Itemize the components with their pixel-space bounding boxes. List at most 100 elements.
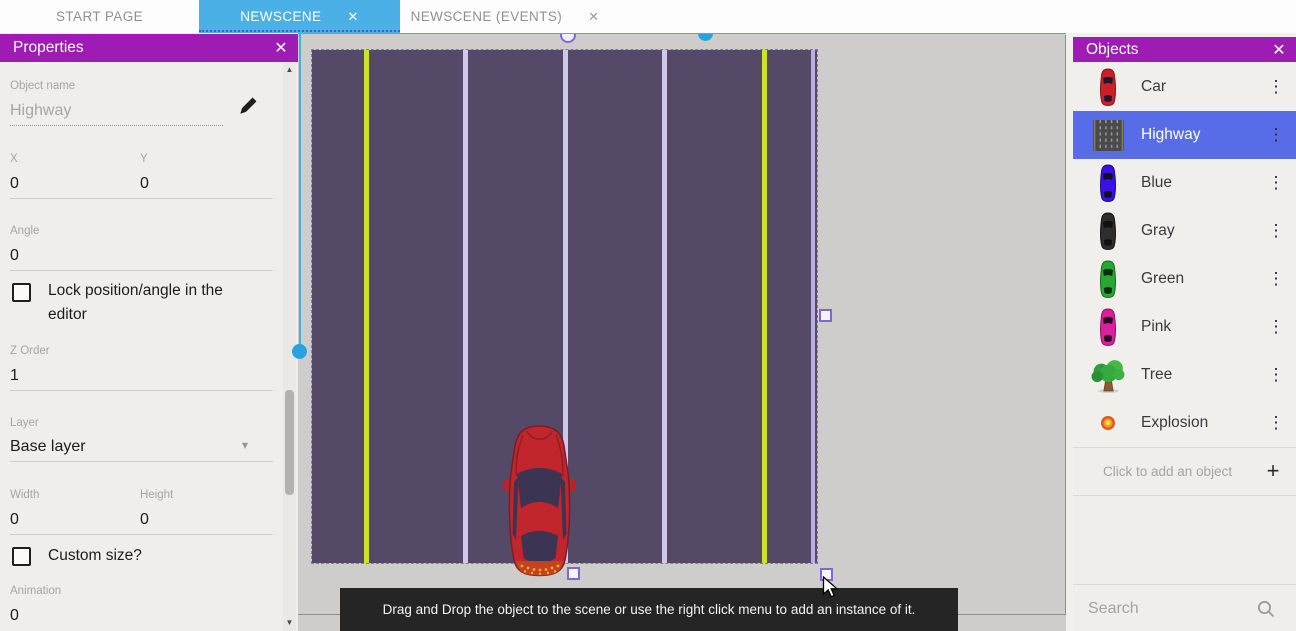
close-icon[interactable]: ✕	[1262, 40, 1296, 60]
car-blue-icon	[1073, 163, 1134, 203]
chevron-down-icon[interactable]: ▾	[242, 438, 248, 452]
close-icon[interactable]: ✕	[347, 9, 358, 25]
objects-panel-header: Objects ✕	[1073, 37, 1296, 62]
kebab-menu-icon[interactable]: ⋮	[1256, 77, 1296, 97]
lane-line-yellow-right	[762, 50, 767, 563]
x-label: X	[10, 153, 18, 165]
kebab-menu-icon[interactable]: ⋮	[1256, 413, 1296, 433]
scroll-up-icon[interactable]: ▲	[283, 65, 296, 74]
car-instance[interactable]	[502, 424, 577, 577]
kebab-menu-icon[interactable]: ⋮	[1256, 365, 1296, 385]
object-name-underline	[10, 125, 223, 126]
add-object-label: Click to add an object	[1073, 464, 1250, 479]
size-underline	[10, 534, 273, 535]
mouse-cursor	[822, 576, 839, 599]
car-gray-icon	[1073, 211, 1134, 251]
y-label: Y	[140, 153, 148, 165]
kebab-menu-icon[interactable]: ⋮	[1256, 269, 1296, 289]
tree-icon	[1073, 358, 1134, 393]
properties-scrollbar-thumb[interactable]	[285, 390, 294, 495]
close-icon[interactable]: ✕	[588, 9, 599, 25]
lock-checkbox-label: Lock position/angle in the editor	[48, 279, 246, 327]
objects-panel: Objects ✕ Car ⋮ Highway ⋮ Blue ⋮	[1073, 37, 1296, 631]
canvas-gap-strip	[1066, 33, 1073, 631]
v-scrollbar-thumb[interactable]	[292, 344, 307, 359]
x-field[interactable]: 0	[10, 175, 19, 193]
app-window: Drag and Drop the object to the scene or…	[0, 0, 1296, 631]
object-label: Highway	[1134, 126, 1256, 144]
object-name-label: Object name	[10, 80, 75, 92]
angle-field[interactable]: 0	[10, 247, 19, 265]
object-label: Gray	[1134, 222, 1256, 240]
object-row-gray[interactable]: Gray ⋮	[1073, 207, 1296, 256]
object-row-blue[interactable]: Blue ⋮	[1073, 159, 1296, 208]
add-object-button[interactable]: Click to add an object +	[1073, 447, 1296, 496]
tab-start-page[interactable]: START PAGE	[0, 0, 199, 33]
objects-title: Objects	[1073, 41, 1262, 59]
kebab-menu-icon[interactable]: ⋮	[1256, 221, 1296, 241]
object-row-car[interactable]: Car ⋮	[1073, 63, 1296, 112]
kebab-menu-icon[interactable]: ⋮	[1256, 173, 1296, 193]
close-icon[interactable]: ✕	[264, 38, 298, 58]
object-row-explosion[interactable]: Explosion ⋮	[1073, 399, 1296, 448]
object-row-tree[interactable]: Tree ⋮	[1073, 351, 1296, 400]
object-label: Explosion	[1134, 414, 1256, 432]
lane-line-yellow-left	[364, 50, 369, 563]
animation-label: Animation	[10, 585, 61, 597]
active-tab-focus-ring	[199, 30, 400, 32]
object-row-highway[interactable]: Highway ⋮	[1073, 111, 1296, 160]
lane-line-white-1	[463, 50, 468, 563]
object-row-pink[interactable]: Pink ⋮	[1073, 303, 1296, 352]
layer-label: Layer	[10, 417, 39, 429]
tab-bar: START PAGE NEWSCENE ✕ NEWSCENE (EVENTS) …	[0, 0, 1296, 33]
search-bar	[1073, 584, 1296, 631]
selection-handle-bottom-center[interactable]	[567, 567, 580, 580]
tab-newscene-events[interactable]: NEWSCENE (EVENTS) ✕	[400, 0, 610, 33]
object-label: Car	[1134, 78, 1256, 96]
object-label: Pink	[1134, 318, 1256, 336]
layer-underline	[10, 461, 273, 462]
tab-newscene-label: NEWSCENE	[240, 9, 321, 24]
search-icon[interactable]	[1256, 599, 1276, 619]
animation-field[interactable]: 0	[10, 607, 19, 625]
height-label: Height	[140, 489, 173, 501]
custom-size-label: Custom size?	[48, 544, 142, 568]
angle-underline	[10, 270, 273, 271]
y-field[interactable]: 0	[140, 175, 149, 193]
plus-icon[interactable]: +	[1250, 458, 1296, 484]
explosion-icon	[1073, 415, 1134, 431]
angle-label: Angle	[10, 225, 39, 237]
xy-underline	[10, 198, 273, 199]
z-order-field[interactable]: 1	[10, 367, 19, 385]
search-input[interactable]	[1073, 599, 1256, 619]
lock-checkbox[interactable]	[12, 283, 31, 302]
properties-title: Properties	[0, 39, 264, 57]
lane-line-edge	[811, 50, 815, 563]
zorder-underline	[10, 390, 273, 391]
scroll-down-icon[interactable]: ▼	[283, 618, 296, 627]
highway-icon	[1073, 120, 1134, 151]
v-scrollbar[interactable]	[299, 33, 301, 345]
height-field[interactable]: 0	[140, 511, 149, 529]
properties-panel-header: Properties ✕	[0, 34, 298, 62]
kebab-menu-icon[interactable]: ⋮	[1256, 317, 1296, 337]
edit-pencil-icon[interactable]	[238, 95, 259, 116]
car-green-icon	[1073, 259, 1134, 299]
custom-size-checkbox[interactable]	[12, 547, 31, 566]
tab-newscene[interactable]: NEWSCENE ✕	[199, 0, 400, 33]
properties-panel: Properties ✕ Object name Highway X Y 0 0…	[0, 34, 298, 631]
layer-select[interactable]: Base layer	[10, 438, 86, 456]
z-order-label: Z Order	[10, 345, 50, 357]
object-row-green[interactable]: Green ⋮	[1073, 255, 1296, 304]
drag-tooltip: Drag and Drop the object to the scene or…	[340, 588, 958, 631]
width-label: Width	[10, 489, 39, 501]
selection-handle-mid-right[interactable]	[819, 309, 832, 322]
car-pink-icon	[1073, 307, 1134, 347]
object-label: Tree	[1134, 366, 1256, 384]
object-label: Green	[1134, 270, 1256, 288]
kebab-menu-icon[interactable]: ⋮	[1256, 125, 1296, 145]
width-field[interactable]: 0	[10, 511, 19, 529]
object-name-field[interactable]: Highway	[10, 102, 71, 120]
lane-line-white-3	[662, 50, 667, 563]
tab-newscene-events-label: NEWSCENE (EVENTS)	[411, 9, 563, 24]
